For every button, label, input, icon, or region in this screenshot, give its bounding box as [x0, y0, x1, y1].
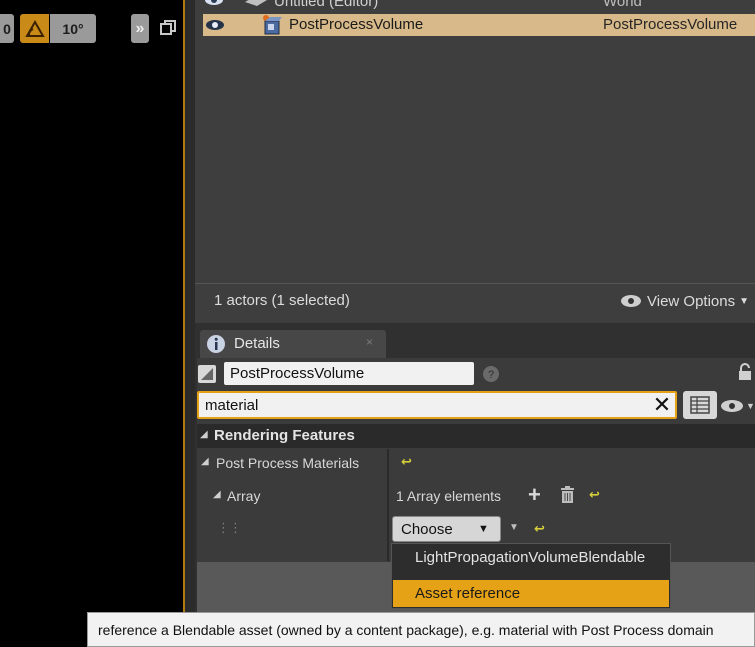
property-row-array-element: ⋮⋮ Choose ▼ ▼ ↩ [197, 514, 755, 544]
choose-dropdown[interactable]: Choose ▼ [392, 516, 501, 542]
selection-count: 1 actors (1 selected) [214, 292, 350, 309]
choose-dropdown-menu: LightPropagationVolumeBlendable Asset re… [391, 543, 671, 609]
chevron-double-right-icon: » [135, 19, 145, 37]
viewport-frame [0, 0, 185, 647]
property-matrix-button[interactable] [683, 391, 717, 419]
info-icon [207, 335, 225, 353]
angle-snap-value: 10° [62, 20, 84, 37]
add-element-icon[interactable]: + [528, 482, 541, 508]
view-options-label: View Options [647, 292, 736, 310]
array-element-count: 1 Array elements [396, 488, 502, 504]
outliner-row-type: PostProcessVolume [603, 16, 738, 33]
post-process-volume-icon [260, 13, 282, 35]
outliner-row-label: Untitled (Editor) [274, 0, 379, 10]
outliner-footer: 1 actors (1 selected) View Options ▼ [195, 283, 755, 323]
property-row-array: ◢ Array 1 Array elements + ↩ [197, 481, 755, 511]
drag-handle-icon[interactable]: ⋮⋮ [217, 520, 242, 536]
category-rendering-features[interactable]: ◢ Rendering Features [197, 424, 755, 448]
outliner-row-postprocessvolume[interactable]: PostProcessVolume PostProcessVolume [203, 14, 755, 36]
panel-splitter[interactable] [187, 0, 195, 647]
trash-icon[interactable] [560, 486, 575, 503]
choose-label: Choose [401, 521, 453, 538]
tab-label: Details [234, 335, 280, 352]
reset-to-default-icon[interactable]: ↩ [401, 454, 412, 470]
angle-snap-toggle[interactable] [20, 14, 49, 43]
actor-type-icon [198, 365, 216, 383]
property-row-post-process-materials: ◢ Post Process Materials ↩ [197, 449, 755, 477]
lock-icon[interactable] [736, 362, 755, 382]
svg-text:?: ? [488, 369, 494, 381]
menu-item-label: LightPropagationVolumeBlendable [415, 549, 646, 566]
view-options-button[interactable]: View Options ▼ [620, 290, 755, 312]
clear-search-icon[interactable]: ✕ [650, 392, 674, 417]
details-search-input[interactable]: material [197, 391, 677, 419]
close-tab-icon[interactable]: × [366, 335, 373, 349]
angle-snap-value-button[interactable]: 10° [50, 14, 96, 43]
eye-icon [721, 400, 743, 412]
collapse-arrow-icon: ◢ [200, 429, 208, 440]
outliner-row-world[interactable]: Untitled (Editor) World [203, 0, 755, 12]
details-view-options-button[interactable]: ▼ [720, 396, 755, 416]
menu-item-lightpropagationvolumeblendable[interactable]: LightPropagationVolumeBlendable [393, 545, 669, 571]
world-icon [243, 0, 269, 10]
tooltip-text: reference a Blendable asset (owned by a … [98, 621, 714, 638]
viewport-partial-button[interactable]: 0 [0, 14, 14, 43]
element-options-chevron-icon[interactable]: ▼ [509, 522, 519, 533]
reset-to-default-icon[interactable]: ↩ [589, 487, 600, 503]
world-outliner [195, 0, 755, 323]
search-value: material [205, 396, 259, 414]
eye-icon [621, 295, 641, 307]
expand-arrow-icon[interactable]: ◢ [213, 489, 221, 500]
reset-to-default-icon[interactable]: ↩ [534, 521, 545, 537]
property-label: Post Process Materials [216, 455, 360, 471]
maximize-viewport-button[interactable] [160, 20, 176, 36]
help-icon[interactable]: ? [482, 365, 500, 383]
menu-item-asset-reference[interactable]: Asset reference [393, 580, 669, 607]
tab-details[interactable]: Details × [200, 330, 386, 358]
property-label: Array [227, 488, 261, 504]
visibility-eye-icon[interactable] [204, 17, 228, 33]
chevron-down-icon: ▼ [746, 401, 755, 411]
category-label: Rendering Features [214, 427, 355, 444]
actor-name-value: PostProcessVolume [230, 365, 365, 382]
menu-item-label: Asset reference [415, 585, 521, 602]
visibility-eye-icon[interactable] [203, 0, 227, 8]
viewport-partial-value: 0 [3, 20, 11, 37]
outliner-row-label: PostProcessVolume [289, 16, 424, 33]
chevron-down-icon: ▼ [478, 523, 489, 535]
more-options-button[interactable]: » [131, 14, 149, 43]
tooltip: reference a Blendable asset (owned by a … [87, 612, 755, 647]
outliner-row-type: World [603, 0, 642, 10]
maximize-icon [160, 20, 176, 35]
expand-arrow-icon[interactable]: ◢ [201, 456, 209, 467]
angle-snap-icon [24, 19, 45, 37]
grid-icon [690, 396, 710, 414]
actor-name-field[interactable]: PostProcessVolume [224, 362, 474, 385]
chevron-down-icon: ▼ [739, 295, 750, 307]
